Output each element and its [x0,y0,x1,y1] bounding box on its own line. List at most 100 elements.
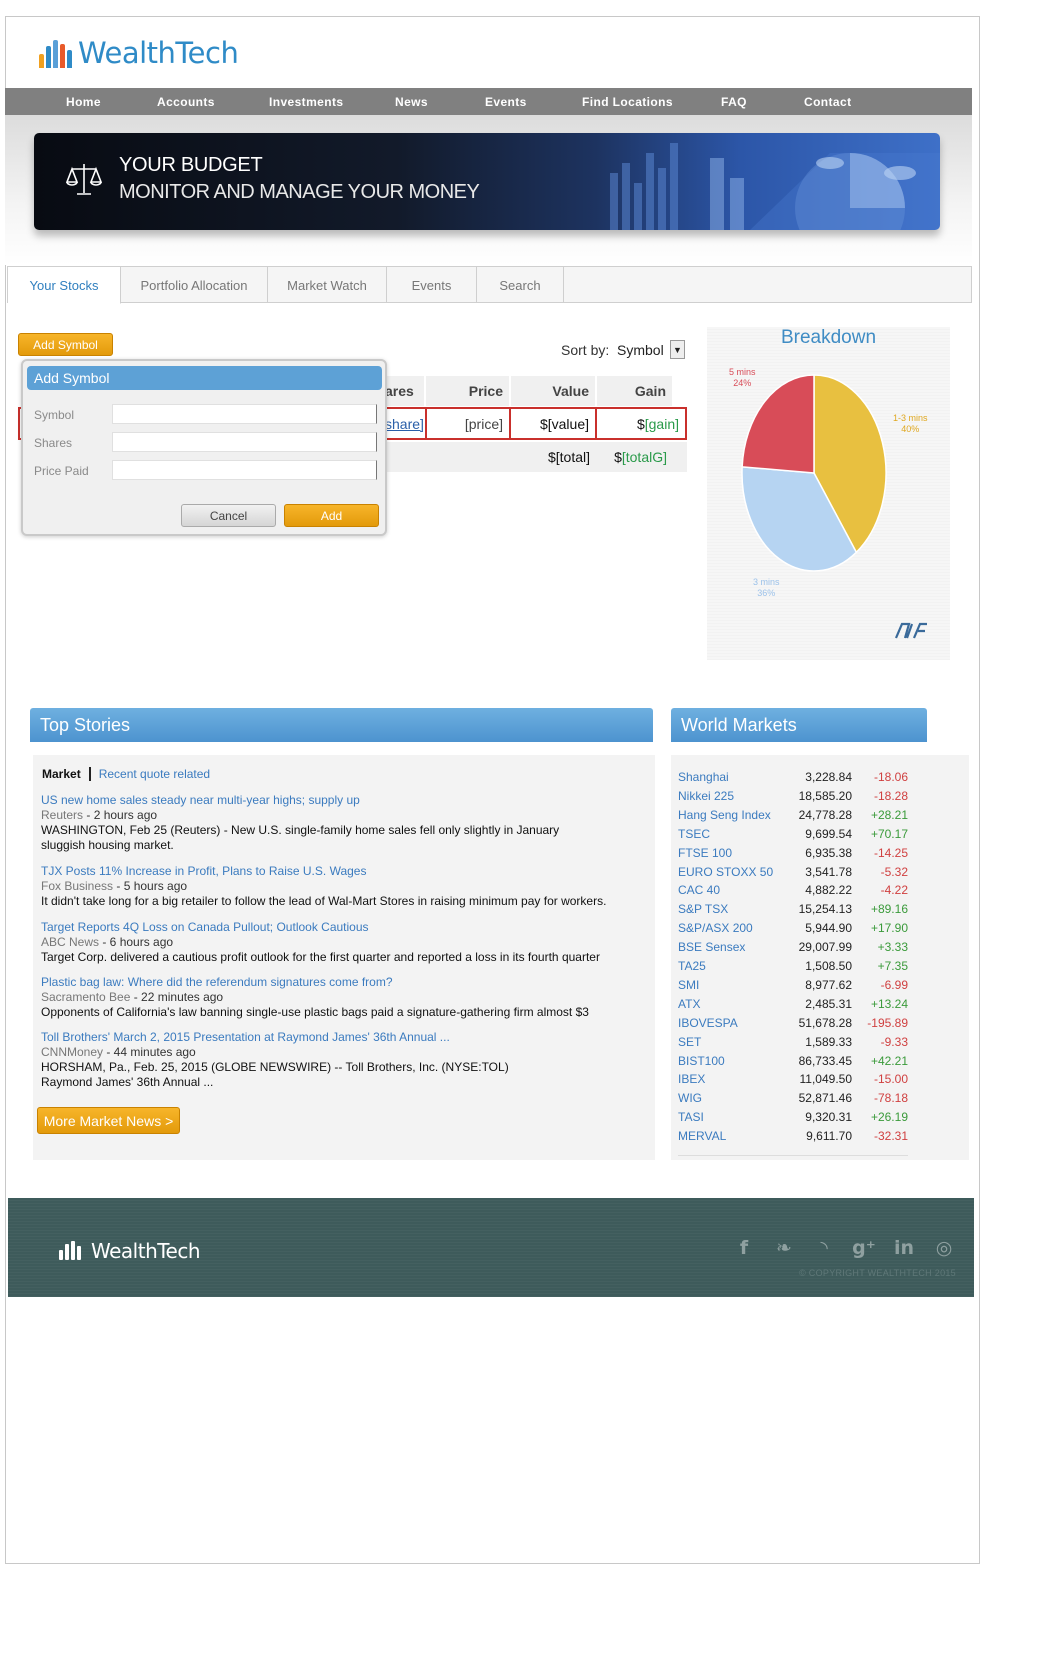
market-row[interactable]: MERVAL 9,611.70 -32.31 [678,1129,908,1148]
market-name[interactable]: S&P/ASX 200 [678,921,753,935]
nav-faq[interactable]: FAQ [721,95,747,109]
market-name[interactable]: MERVAL [678,1129,726,1143]
market-name[interactable]: SET [678,1035,701,1049]
tab-portfolio-allocation[interactable]: Portfolio Allocation [121,267,268,303]
facebook-icon[interactable]: f [732,1236,756,1260]
story-title[interactable]: TJX Posts 11% Increase in Profit, Plans … [41,864,651,879]
market-row[interactable]: S&P TSX 15,254.13 +89.16 [678,902,908,921]
cancel-button[interactable]: Cancel [181,504,276,527]
tab-recent-quote-related[interactable]: Recent quote related [91,767,210,781]
nav-events[interactable]: Events [485,95,527,109]
gain-currency: $ [636,415,645,432]
brand-logo[interactable]: WealthTech [39,32,239,74]
market-row[interactable]: WIG 52,871.46 -78.18 [678,1091,908,1110]
rss-icon[interactable]: ◝ [812,1236,836,1260]
table-cell-shares: share] [385,407,427,440]
market-name[interactable]: Shanghai [678,770,729,784]
market-row[interactable]: IBOVESPA 51,678.28 -195.89 [678,1016,908,1035]
market-name[interactable]: TSEC [678,827,710,841]
pie-label-3-mins: 3 mins 36% [753,577,780,599]
banner-subtitle: MONITOR AND MANAGE YOUR MONEY [119,181,480,203]
market-name[interactable]: SMI [678,978,699,992]
market-name[interactable]: IBOVESPA [678,1016,738,1030]
world-markets-header: World Markets [671,708,927,742]
market-name[interactable]: WIG [678,1091,702,1105]
market-value: 9,611.70 [806,1129,852,1144]
symbol-input[interactable] [112,404,377,424]
market-row[interactable]: EURO STOXX 50 3,541.78 -5.32 [678,865,908,884]
total-value: $[total] [547,449,590,465]
tab-your-stocks[interactable]: Your Stocks [8,267,121,304]
market-name[interactable]: EURO STOXX 50 [678,865,773,879]
market-row[interactable]: SET 1,589.33 -9.33 [678,1035,908,1054]
market-row[interactable]: CAC 40 4,882.22 -4.22 [678,883,908,902]
nav-home[interactable]: Home [66,95,101,109]
market-name[interactable]: ATX [678,997,700,1011]
footer-logo[interactable]: WealthTech [58,1239,201,1263]
market-name[interactable]: IBEX [678,1072,705,1086]
market-row[interactable]: IBEX 11,049.50 -15.00 [678,1072,908,1091]
shares-link[interactable]: share] [385,416,424,432]
story-title[interactable]: Plastic bag law: Where did the referendu… [41,975,651,990]
add-button[interactable]: Add [284,504,379,527]
market-row[interactable]: Hang Seng Index 24,778.28 +28.21 [678,808,908,827]
market-row[interactable]: TSEC 9,699.54 +70.17 [678,827,908,846]
main-nav: Home Accounts Investments News Events Fi… [5,88,972,115]
pie-label-1-3-mins: 1-3 mins 40% [893,413,928,435]
total-gain: $[totalG] [614,449,667,465]
google-plus-icon[interactable]: g⁺ [852,1236,876,1260]
market-name[interactable]: TASI [678,1110,704,1124]
market-row[interactable]: TASI 9,320.31 +26.19 [678,1110,908,1129]
market-row[interactable]: Shanghai 3,228.84 -18.06 [678,770,908,789]
market-name[interactable]: BIST100 [678,1054,725,1068]
market-change: -32.31 [873,1129,908,1144]
story-title[interactable]: US new home sales steady near multi-year… [41,793,651,808]
nav-investments[interactable]: Investments [269,95,343,109]
market-name[interactable]: S&P TSX [678,902,728,916]
market-name[interactable]: CAC 40 [678,883,720,897]
market-value: 8,977.62 [805,977,852,992]
market-name[interactable]: FTSE 100 [678,846,732,860]
column-header-value[interactable]: Value [511,376,596,406]
tab-market-watch[interactable]: Market Watch [268,267,387,303]
world-markets-panel: Shanghai 3,228.84 -18.06 Nikkei 225 18,585.2… [671,755,969,1160]
story-title[interactable]: Toll Brothers' March 2, 2015 Presentatio… [41,1030,651,1045]
nav-accounts[interactable]: Accounts [157,95,215,109]
market-name[interactable]: Hang Seng Index [678,808,771,822]
top-stories-panel: Market Recent quote related US new home … [33,755,655,1160]
market-name[interactable]: BSE Sensex [678,940,745,954]
market-row[interactable]: TA25 1,508.50 +7.35 [678,959,908,978]
pie-slice-5-mins [741,374,815,474]
market-value: 24,778.28 [798,807,852,822]
dribbble-icon[interactable]: ◎ [932,1236,956,1260]
market-row[interactable]: BIST100 86,733.45 +42.21 [678,1054,908,1073]
add-symbol-button[interactable]: Add Symbol [18,333,113,356]
logo-mark-icon [39,38,72,68]
tab-market[interactable]: Market [42,767,91,781]
column-header-shares[interactable]: ares [385,376,425,406]
nav-news[interactable]: News [395,95,428,109]
linkedin-icon[interactable]: in [892,1236,916,1260]
column-header-price[interactable]: Price [426,376,510,406]
market-name[interactable]: Nikkei 225 [678,789,734,803]
story-title[interactable]: Target Reports 4Q Loss on Canada Pullout… [41,920,651,935]
column-header-gain[interactable]: Gain [597,376,673,406]
market-row[interactable]: ATX 2,485.31 +13.24 [678,997,908,1016]
price-paid-input[interactable] [112,460,377,480]
market-row[interactable]: S&P/ASX 200 5,944.90 +17.90 [678,921,908,940]
more-market-news-button[interactable]: More Market News > [37,1107,180,1134]
twitter-icon[interactable]: ❧ [772,1236,796,1260]
tab-search[interactable]: Search [477,267,564,303]
market-row[interactable]: Nikkei 225 18,585.20 -18.28 [678,789,908,808]
market-name[interactable]: TA25 [678,959,706,973]
market-row[interactable]: BSE Sensex 29,007.99 +3.33 [678,940,908,959]
market-row[interactable]: SMI 8,977.62 -6.99 [678,978,908,997]
chevron-down-icon[interactable]: ▼ [670,340,685,359]
nav-find-locations[interactable]: Find Locations [582,95,673,109]
tab-events[interactable]: Events [387,267,477,303]
nav-contact[interactable]: Contact [804,95,851,109]
story-source: Sacramento Bee [41,990,131,1004]
market-row[interactable]: FTSE 100 6,935.38 -14.25 [678,846,908,865]
shares-input[interactable] [112,432,377,452]
sort-select[interactable]: Symbol ▼ [617,338,685,361]
